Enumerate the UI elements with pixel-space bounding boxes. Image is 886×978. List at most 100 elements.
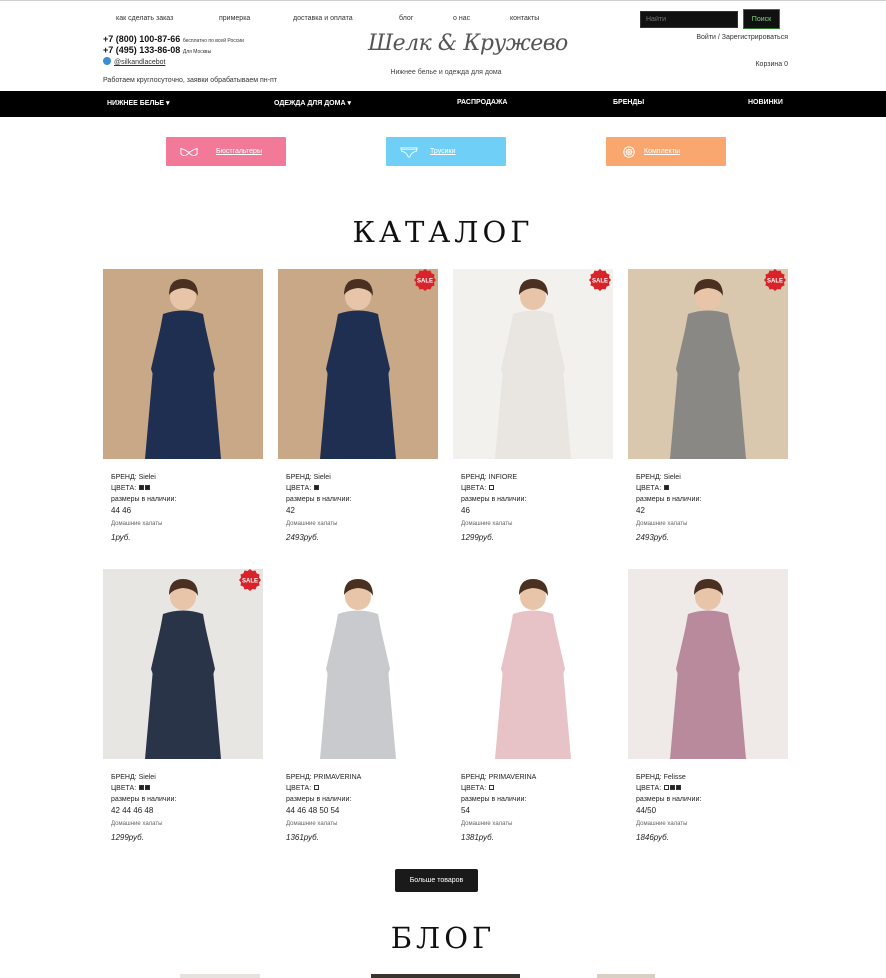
phone-free-link[interactable]: +7 (800) 100-87-66	[103, 34, 180, 44]
nav-brands[interactable]: БРЕНДЫ	[613, 99, 644, 106]
sale-badge: SALE	[414, 269, 436, 291]
nav-lingerie[interactable]: НИЖНЕЕ БЕЛЬЕ ▾	[107, 99, 170, 107]
product-image[interactable]: SALE	[453, 269, 613, 459]
link-delivery[interactable]: доставка и оплата	[293, 15, 353, 22]
link-contacts[interactable]: контакты	[510, 15, 539, 22]
category-bras-button[interactable]: Бюстгальтеры	[166, 137, 286, 166]
auth-separator: /	[717, 34, 720, 41]
blog-thumb[interactable]	[597, 974, 655, 978]
product-brand-value[interactable]: PRIMAVERINA	[489, 774, 537, 781]
color-swatch[interactable]	[145, 485, 151, 490]
product-card[interactable]: БРЕНД: Sielei ЦВЕТА: размеры в наличии: …	[103, 269, 263, 543]
product-card[interactable]: БРЕНД: Felisse ЦВЕТА: размеры в наличии:…	[628, 569, 788, 843]
product-brand-label: БРЕНД:	[286, 774, 314, 781]
nav-homewear[interactable]: ОДЕЖДА ДЛЯ ДОМА ▾	[274, 99, 351, 107]
phone-moscow-link[interactable]: +7 (495) 133-86-08	[103, 45, 180, 55]
product-sizes: 44 46 48 50 54	[286, 806, 340, 815]
link-blog[interactable]: блог	[399, 15, 413, 22]
category-panties-label: Трусики	[430, 148, 456, 155]
category-panties-button[interactable]: Трусики	[386, 137, 506, 166]
panties-icon	[400, 147, 418, 157]
product-photo	[628, 269, 788, 459]
product-category: Домашние халаты	[636, 521, 688, 527]
link-about[interactable]: о нас	[453, 15, 470, 22]
site-logo[interactable]: Шелк & Кружево	[368, 31, 568, 56]
category-sets-button[interactable]: Комплекты	[606, 137, 726, 166]
color-swatch[interactable]	[664, 785, 670, 790]
phone-free-note: бесплатно по всей России	[182, 38, 244, 44]
color-swatch[interactable]	[139, 785, 145, 790]
product-image[interactable]: SALE	[103, 569, 263, 759]
product-brand-value[interactable]: Felisse	[664, 774, 686, 781]
product-image[interactable]	[628, 569, 788, 759]
color-swatch[interactable]	[489, 785, 495, 790]
auth-links: Войти / Зарегистрироваться	[696, 34, 788, 41]
product-brand-value[interactable]: Sielei	[664, 474, 681, 481]
search-input[interactable]	[640, 11, 738, 28]
load-more-button[interactable]: Больше товаров	[395, 869, 478, 892]
product-brand-value[interactable]: Sielei	[314, 474, 331, 481]
product-image[interactable]	[278, 569, 438, 759]
register-link[interactable]: Зарегистрироваться	[722, 34, 788, 41]
color-swatches	[663, 485, 670, 492]
product-sizes: 42 44 46 48	[111, 806, 154, 815]
product-brand-value[interactable]: Sielei	[139, 474, 156, 481]
product-card[interactable]: SALE БРЕНД: Sielei ЦВЕТА: размеры в нали…	[628, 269, 788, 543]
product-card[interactable]: SALE БРЕНД: INFIORE ЦВЕТА: размеры в нал…	[453, 269, 613, 543]
svg-text:SALE: SALE	[242, 579, 258, 585]
product-brand-label: БРЕНД:	[111, 774, 139, 781]
nav-new[interactable]: НОВИНКИ	[748, 99, 783, 106]
color-swatch[interactable]	[314, 485, 320, 490]
main-nav: НИЖНЕЕ БЕЛЬЕ ▾ ОДЕЖДА ДЛЯ ДОМА ▾ РАСПРОД…	[0, 91, 886, 117]
nav-sale[interactable]: РАСПРОДАЖА	[457, 99, 507, 106]
login-link[interactable]: Войти	[696, 34, 716, 41]
link-fitting[interactable]: примерка	[219, 15, 250, 22]
product-category: Домашние халаты	[461, 821, 513, 827]
product-brand-value[interactable]: Sielei	[139, 774, 156, 781]
product-image[interactable]: SALE	[278, 269, 438, 459]
color-swatch[interactable]	[139, 485, 145, 490]
product-card[interactable]: БРЕНД: PRIMAVERINA ЦВЕТА: размеры в нали…	[453, 569, 613, 843]
product-photo	[453, 269, 613, 459]
blog-thumb[interactable]	[371, 974, 520, 978]
product-image[interactable]	[103, 269, 263, 459]
category-sets-label: Комплекты	[644, 148, 680, 155]
telegram-link[interactable]: @silkandlacebot	[114, 59, 165, 66]
product-photo	[628, 569, 788, 759]
product-brand-value[interactable]: INFIORE	[489, 474, 517, 481]
product-brand-value[interactable]: PRIMAVERINA	[314, 774, 362, 781]
product-brand-label: БРЕНД:	[461, 774, 489, 781]
product-photo	[453, 569, 613, 759]
search-button[interactable]: Поиск	[743, 9, 780, 29]
sale-badge: SALE	[589, 269, 611, 291]
product-image[interactable]: SALE	[628, 269, 788, 459]
color-swatch[interactable]	[145, 785, 151, 790]
working-hours: Работаем круглосуточно, заявки обрабатыв…	[103, 77, 277, 84]
color-swatch[interactable]	[489, 485, 495, 490]
link-how-to-order[interactable]: как сделать заказ	[116, 15, 173, 22]
product-colors-label: ЦВЕТА:	[461, 785, 489, 792]
product-card[interactable]: БРЕНД: PRIMAVERINA ЦВЕТА: размеры в нали…	[278, 569, 438, 843]
cart-link[interactable]: Корзина 0	[755, 61, 788, 68]
top-border	[0, 0, 886, 1]
product-colors: ЦВЕТА:	[636, 483, 788, 494]
product-colors: ЦВЕТА:	[636, 783, 788, 794]
product-sizes-label: размеры в наличии:	[461, 496, 527, 503]
telegram-icon	[103, 57, 111, 65]
color-swatch[interactable]	[664, 485, 670, 490]
color-swatch[interactable]	[676, 785, 682, 790]
product-sizes: 42	[286, 506, 295, 515]
color-swatch[interactable]	[314, 785, 320, 790]
product-sizes: 54	[461, 806, 470, 815]
color-swatch[interactable]	[670, 785, 676, 790]
product-sizes-label: размеры в наличии:	[286, 796, 352, 803]
product-brand-label: БРЕНД:	[636, 474, 664, 481]
product-brand: БРЕНД: Sielei	[111, 472, 263, 483]
product-card[interactable]: SALE БРЕНД: Sielei ЦВЕТА: размеры в нали…	[278, 269, 438, 543]
blog-thumb[interactable]	[180, 974, 260, 978]
product-card[interactable]: SALE БРЕНД: Sielei ЦВЕТА: размеры в нали…	[103, 569, 263, 843]
product-sizes-label: размеры в наличии:	[636, 796, 702, 803]
svg-text:SALE: SALE	[767, 279, 783, 285]
product-image[interactable]	[453, 569, 613, 759]
product-price: 2493руб.	[636, 533, 669, 542]
